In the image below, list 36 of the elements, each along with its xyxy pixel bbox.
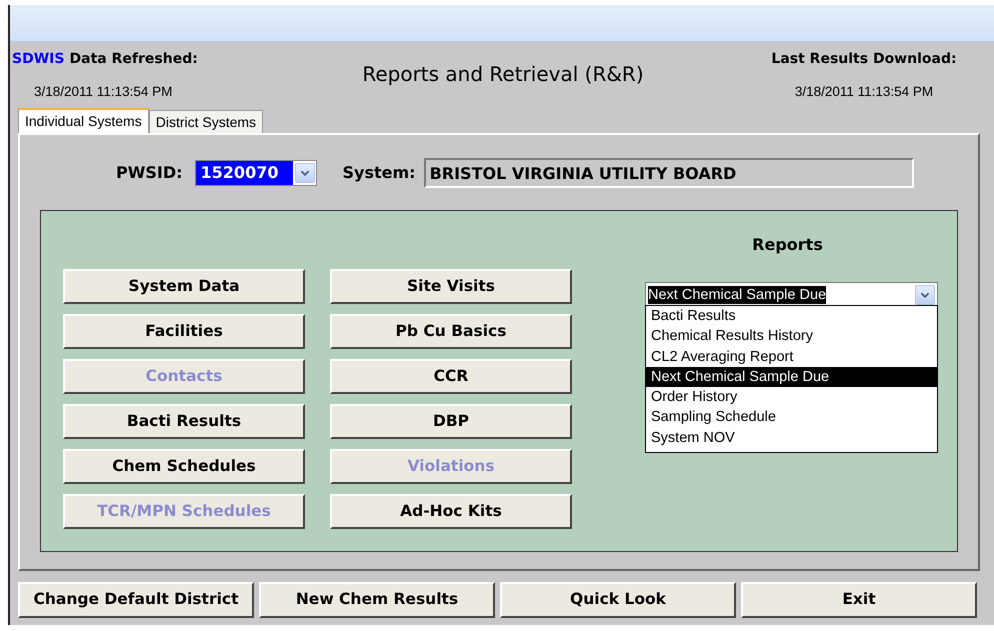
report-button[interactable]: Facilities	[63, 314, 305, 349]
footer-button[interactable]: Change Default District	[18, 582, 254, 618]
report-button[interactable]: CCR	[330, 359, 572, 394]
chevron-down-icon[interactable]	[915, 284, 935, 304]
page-title: Reports and Retrieval (R&R)	[362, 61, 644, 88]
dropdown-option[interactable]: Order History	[646, 387, 937, 408]
refreshed-label: Data Refreshed:	[70, 51, 198, 67]
report-button[interactable]: DBP	[330, 404, 572, 439]
system-field: BRISTOL VIRGINIA UTILITY BOARD	[424, 158, 914, 188]
footer-button[interactable]: Exit	[741, 582, 977, 618]
dropdown-option[interactable]: Next Chemical Sample Due	[646, 366, 937, 388]
report-button[interactable]: Ad-Hoc Kits	[330, 494, 572, 529]
footer-button[interactable]: New Chem Results	[259, 582, 495, 618]
report-button[interactable]: Chem Schedules	[63, 449, 305, 484]
reports-label: Reports	[752, 235, 823, 254]
dropdown-option[interactable]: Sampling Schedule	[646, 407, 937, 428]
app-name: SDWIS	[12, 51, 64, 67]
tab[interactable]: District Systems	[148, 110, 264, 133]
download-time: 3/18/2011 11:13:54 PM	[794, 84, 934, 99]
report-button[interactable]: Bacti Results	[63, 404, 305, 439]
dropdown-option[interactable]: Bacti Results	[646, 306, 937, 326]
dropdown-option[interactable]: System NOV	[646, 428, 937, 448]
report-button[interactable]: Pb Cu Basics	[330, 314, 572, 349]
download-label: Last Results Download:	[771, 51, 957, 67]
dropdown-option[interactable]: Chemical Results History	[646, 326, 937, 347]
refreshed-time: 3/18/2011 11:13:54 PM	[34, 84, 172, 99]
system-label: System:	[342, 162, 416, 184]
footer-button[interactable]: Quick Look	[500, 582, 736, 618]
reports-dropdown[interactable]: Next Chemical Sample Due	[645, 282, 938, 307]
pwsid-dropdown[interactable]: 1520070	[194, 160, 317, 186]
report-button[interactable]: System Data	[63, 269, 305, 304]
dropdown-option[interactable]: CL2 Averaging Report	[646, 346, 937, 367]
chevron-down-icon[interactable]	[294, 162, 315, 182]
report-button[interactable]: Site Visits	[330, 269, 572, 304]
tab[interactable]: Individual Systems	[18, 108, 149, 133]
pwsid-label: PWSID:	[116, 162, 183, 184]
